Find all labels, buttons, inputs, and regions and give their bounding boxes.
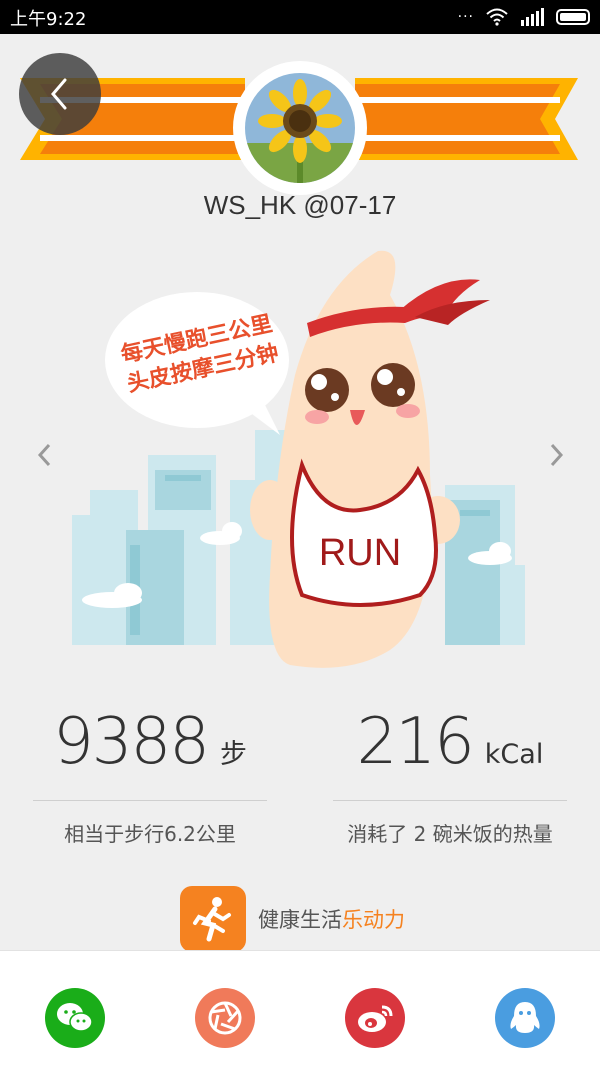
mascot-illustration: 每天慢跑三公里 头皮按摩三分钟 RUN: [60, 245, 540, 680]
qq-penguin-icon: [510, 1002, 540, 1033]
brand-slogan: 健康生活乐动力: [258, 904, 405, 934]
steps-description: 相当于步行6.2公里: [64, 822, 236, 846]
status-time: 上午9:22: [10, 9, 87, 30]
weibo-icon: [358, 1005, 393, 1032]
share-bar: [0, 950, 600, 1067]
brand-text-main: 健康生活: [258, 908, 342, 932]
notification-dots: ···: [457, 9, 474, 25]
calories-description: 消耗了 2 碗米饭的热量: [347, 822, 553, 846]
brand-text-accent: 乐动力: [342, 908, 405, 932]
shirt-text: RUN: [318, 532, 402, 574]
calories-stat: 216 kCal: [333, 705, 567, 779]
battery-icon: [556, 9, 590, 25]
status-bar: 上午9:22 ···: [0, 0, 600, 34]
sunflower-avatar-image: [245, 73, 355, 183]
share-wechat-button[interactable]: [45, 988, 105, 1048]
calories-unit: kCal: [484, 739, 544, 770]
share-weibo-button[interactable]: [345, 988, 405, 1048]
camera-shutter-icon: [208, 1001, 242, 1035]
steps-value: 9388: [53, 705, 210, 779]
wifi-icon: [486, 8, 508, 26]
next-arrow-icon[interactable]: [541, 440, 571, 470]
avatar[interactable]: [233, 61, 367, 195]
steps-unit: 步: [219, 739, 247, 770]
calories-divider: [333, 800, 567, 801]
signal-icon: [521, 8, 544, 26]
status-icons: ···: [458, 8, 590, 26]
wechat-icon: [57, 1003, 93, 1032]
calories-value: 216: [356, 705, 475, 779]
app-brand: 健康生活乐动力: [180, 885, 405, 953]
steps-stat: 9388 步: [33, 705, 267, 779]
city-skyline: [72, 250, 525, 668]
share-qq-button[interactable]: [495, 988, 555, 1048]
username-date: WS_HK @07-17: [203, 190, 397, 220]
steps-divider: [33, 800, 267, 801]
back-button[interactable]: [19, 53, 101, 135]
chevron-left-icon: [51, 78, 67, 110]
share-moments-button[interactable]: [195, 988, 255, 1048]
previous-arrow-icon[interactable]: [30, 440, 60, 470]
runner-icon: [180, 886, 246, 952]
